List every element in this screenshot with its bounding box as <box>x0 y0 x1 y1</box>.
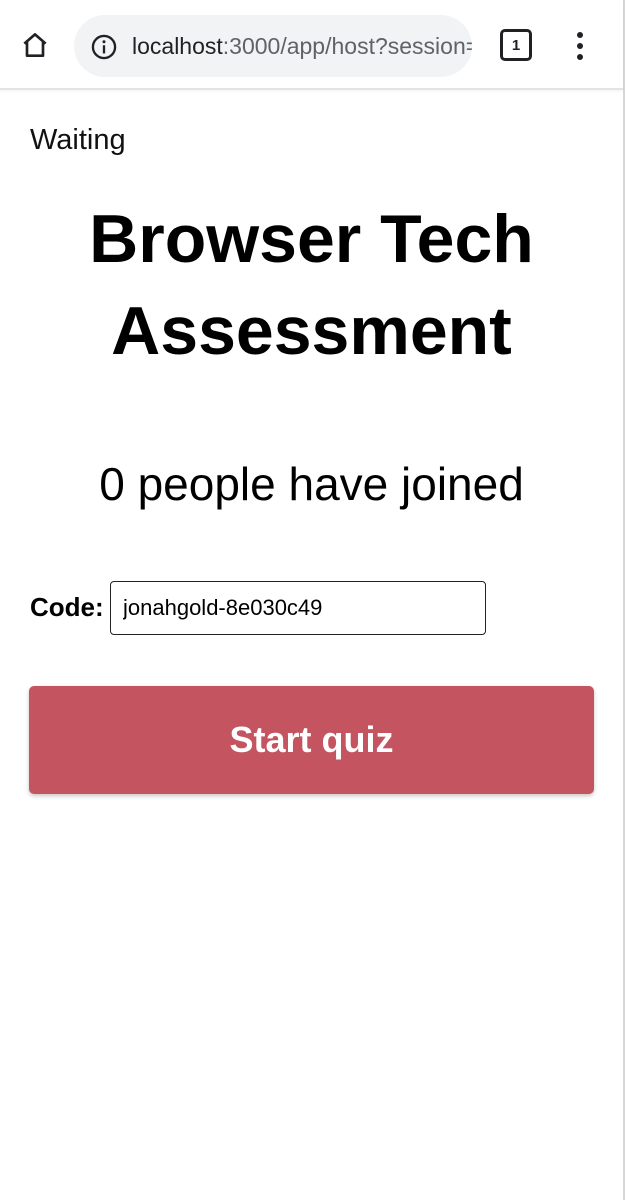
url-text[interactable]: localhost:3000/app/host?session= <box>132 31 472 63</box>
page-title: Browser Tech Assessment <box>89 201 534 369</box>
browser-toolbar: localhost:3000/app/host?session= 1 <box>0 0 623 90</box>
info-icon[interactable] <box>90 33 118 61</box>
url-host: localhost <box>132 33 223 59</box>
menu-dot <box>577 54 583 60</box>
home-icon <box>23 33 47 57</box>
address-bar[interactable]: localhost:3000/app/host?session= <box>74 15 472 77</box>
menu-dot <box>577 43 583 49</box>
tab-switcher-button[interactable]: 1 <box>500 29 532 61</box>
more-vert-icon[interactable] <box>566 28 594 64</box>
start-quiz-button[interactable]: Start quiz <box>29 686 594 794</box>
code-input[interactable] <box>110 581 486 635</box>
menu-dot <box>577 32 583 38</box>
url-path: :3000/app/host?session= <box>222 33 472 59</box>
joined-count-text: 0 people have joined <box>99 458 524 510</box>
app-page: localhost:3000/app/host?session= 1 Waiti… <box>0 0 625 1200</box>
status-text: Waiting <box>30 124 126 156</box>
code-label: Code: <box>30 592 104 622</box>
home-button[interactable] <box>14 24 56 66</box>
tab-count: 1 <box>511 36 521 54</box>
